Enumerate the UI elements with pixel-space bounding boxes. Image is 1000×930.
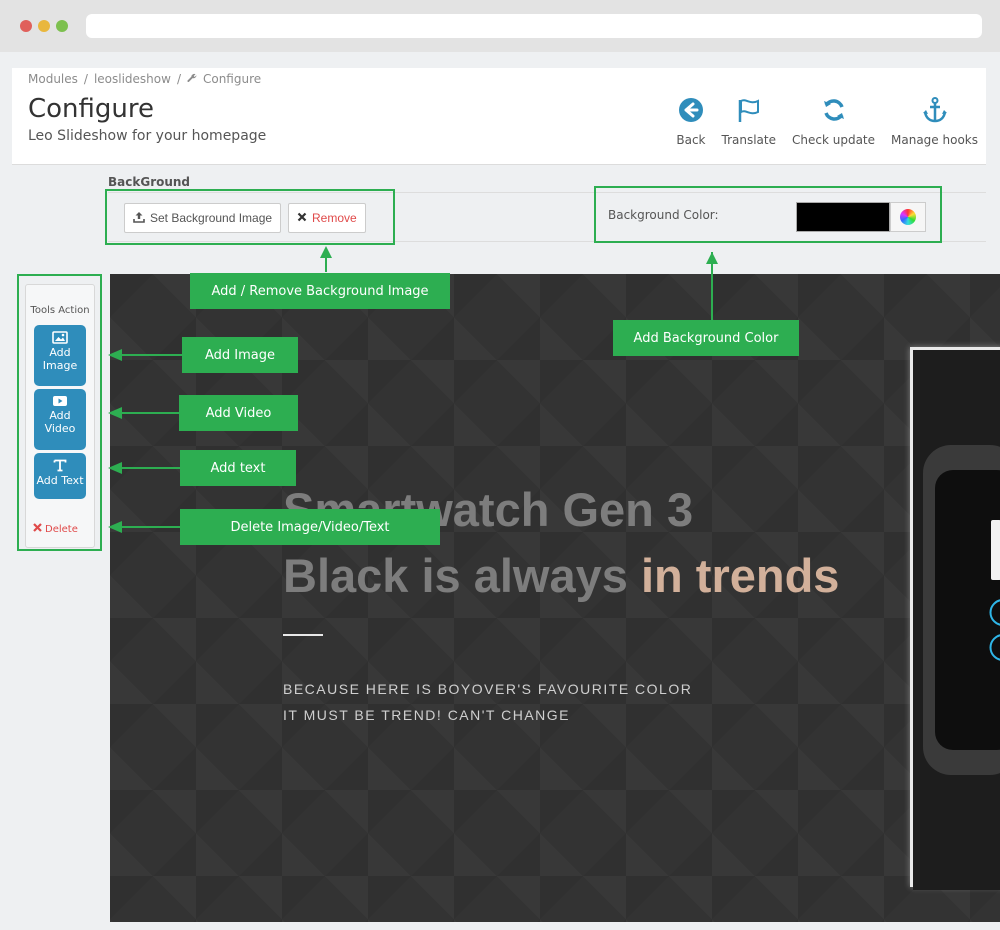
- annotation-add-video: Add Video: [179, 395, 298, 431]
- page-title: Configure: [28, 94, 155, 124]
- breadcrumb-current: Configure: [202, 72, 262, 86]
- breadcrumb-separator: /: [176, 72, 181, 86]
- page-header: Modules / leoslideshow / Configure Confi…: [12, 68, 986, 165]
- translate-button[interactable]: Translate: [721, 90, 777, 147]
- slide-heading-2[interactable]: Black is always in trends: [283, 548, 839, 603]
- admin-app: Modules / leoslideshow / Configure Confi…: [0, 52, 1000, 930]
- annotation-add-text: Add text: [180, 450, 296, 486]
- smartwatch-image-layer[interactable]: [910, 347, 1000, 890]
- flag-icon: [735, 96, 763, 127]
- annotation-add-remove-background: Add / Remove Background Image: [190, 273, 450, 309]
- annotation-frame-background-color: [594, 186, 942, 243]
- slide-caption-line-1[interactable]: BECAUSE HERE IS BOYOVER'S FAVOURITE COLO…: [283, 681, 692, 697]
- page-subtitle: Leo Slideshow for your homepage: [28, 128, 267, 144]
- maximize-window-dot[interactable]: [56, 20, 68, 32]
- breadcrumb-modules[interactable]: Modules: [28, 72, 78, 86]
- wrench-icon: [187, 72, 197, 86]
- slide-divider: [283, 634, 323, 636]
- breadcrumb-separator: /: [83, 72, 88, 86]
- slide-caption-line-2[interactable]: IT MUST BE TREND! CAN'T CHANGE: [283, 707, 570, 723]
- back-label: Back: [676, 133, 706, 147]
- back-arrow-icon: [677, 96, 705, 127]
- manage-hooks-label: Manage hooks: [891, 133, 978, 147]
- check-update-button[interactable]: Check update: [792, 90, 875, 147]
- manage-hooks-button[interactable]: Manage hooks: [891, 90, 978, 147]
- annotation-delete: Delete Image/Video/Text: [180, 509, 440, 545]
- slide-heading-2-plain: Black is always: [283, 549, 628, 602]
- smartwatch-illustration: [913, 350, 1000, 890]
- annotation-frame-background-buttons: [105, 189, 395, 245]
- close-window-dot[interactable]: [20, 20, 32, 32]
- anchor-icon: [921, 96, 949, 127]
- page-toolbar: Back Translate Check update Manage hooks: [676, 90, 978, 147]
- browser-chrome: [0, 0, 1000, 52]
- address-bar[interactable]: [86, 14, 982, 38]
- minimize-window-dot[interactable]: [38, 20, 50, 32]
- breadcrumb: Modules / leoslideshow / Configure: [28, 72, 261, 86]
- translate-label: Translate: [721, 133, 777, 147]
- annotation-frame-tools-panel: [17, 274, 102, 551]
- check-update-label: Check update: [792, 133, 876, 147]
- annotation-add-image: Add Image: [182, 337, 298, 373]
- refresh-icon: [820, 96, 848, 127]
- slide-heading-2-accent: in trends: [640, 549, 840, 602]
- annotation-add-background-color: Add Background Color: [613, 320, 799, 356]
- background-section-title: BackGround: [108, 175, 191, 189]
- breadcrumb-leoslideshow[interactable]: leoslideshow: [94, 72, 171, 86]
- back-button[interactable]: Back: [676, 90, 706, 147]
